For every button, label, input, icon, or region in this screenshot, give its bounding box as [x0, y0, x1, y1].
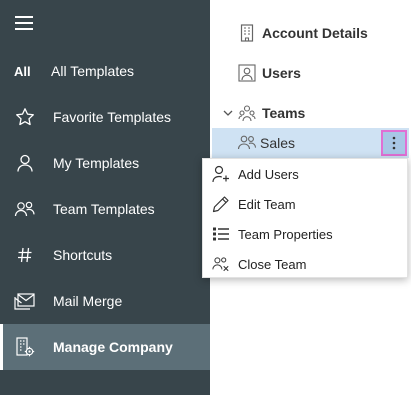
menu-item-label: Edit Team	[238, 197, 296, 212]
sidebar-item-label: Team Templates	[53, 201, 155, 217]
building-icon	[238, 24, 256, 42]
people-close-icon	[212, 255, 230, 273]
people-icon	[14, 198, 36, 220]
sidebar-item-manage-company[interactable]: Manage Company	[0, 324, 210, 370]
tree-item-users[interactable]: Users	[238, 58, 301, 88]
sidebar-item-mail-merge[interactable]: Mail Merge	[0, 278, 210, 324]
hamburger-menu-icon[interactable]	[15, 16, 33, 30]
team-context-menu: Add Users Edit Team Team Properties Clos…	[202, 158, 408, 278]
company-gear-icon	[14, 336, 36, 358]
sidebar: All All Templates Favorite Templates My …	[0, 0, 210, 395]
tree-item-sales[interactable]: Sales	[212, 128, 409, 158]
menu-item-label: Add Users	[238, 167, 299, 182]
sidebar-item-label: All Templates	[51, 63, 135, 79]
tree-item-label: Sales	[260, 135, 296, 151]
sidebar-item-favorite-templates[interactable]: Favorite Templates	[0, 94, 210, 140]
sidebar-item-all-templates[interactable]: All All Templates	[0, 48, 210, 94]
sidebar-item-label: Mail Merge	[53, 293, 123, 309]
tree-item-account-details[interactable]: Account Details	[238, 18, 368, 48]
active-indicator	[0, 324, 3, 370]
sidebar-item-my-templates[interactable]: My Templates	[0, 140, 210, 186]
tree-item-label: Users	[262, 65, 301, 81]
star-icon	[14, 106, 36, 128]
pencil-icon	[212, 195, 230, 213]
sidebar-item-label: Shortcuts	[53, 247, 113, 263]
menu-item-label: Close Team	[238, 257, 307, 272]
tree-item-teams[interactable]: Teams	[238, 98, 305, 128]
hash-icon	[14, 244, 36, 266]
mail-merge-icon	[14, 290, 36, 312]
tree-item-label: Teams	[262, 105, 306, 121]
list-icon	[212, 225, 230, 243]
tree-item-label: Account Details	[262, 25, 368, 41]
menu-item-team-properties[interactable]: Team Properties	[203, 219, 407, 249]
teams-icon	[238, 104, 256, 122]
chevron-down-icon[interactable]	[222, 107, 234, 119]
all-badge: All	[14, 63, 31, 79]
sidebar-item-label: Manage Company	[53, 339, 173, 355]
users-icon	[238, 64, 256, 82]
sidebar-item-label: Favorite Templates	[53, 109, 172, 125]
person-add-icon	[212, 165, 230, 183]
menu-item-close-team[interactable]: Close Team	[203, 249, 407, 279]
menu-item-edit-team[interactable]: Edit Team	[203, 189, 407, 219]
menu-item-add-users[interactable]: Add Users	[203, 159, 407, 189]
more-options-button[interactable]	[381, 130, 407, 156]
sidebar-item-team-templates[interactable]: Team Templates	[0, 186, 210, 232]
more-vertical-icon	[392, 136, 396, 150]
menu-item-label: Team Properties	[238, 227, 333, 242]
sidebar-item-label: My Templates	[53, 155, 140, 171]
sidebar-item-shortcuts[interactable]: Shortcuts	[0, 232, 210, 278]
person-icon	[14, 152, 36, 174]
people-icon	[237, 134, 257, 152]
